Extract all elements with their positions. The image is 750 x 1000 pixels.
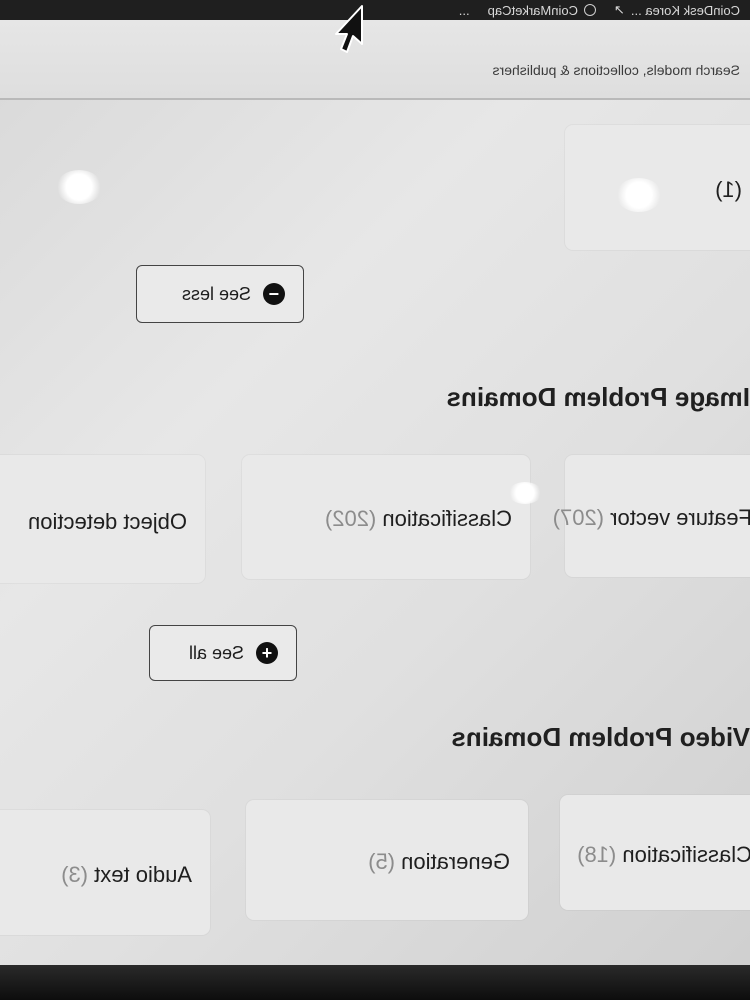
light-glare bbox=[616, 178, 662, 212]
domain-card-generation[interactable]: Generation (5) bbox=[246, 800, 528, 920]
domain-card-classification[interactable]: Classification (202) bbox=[242, 455, 530, 579]
see-all-button[interactable]: + See all bbox=[149, 625, 297, 681]
domain-label: Classification (202) bbox=[325, 506, 512, 532]
domain-name: Feature vector bbox=[610, 505, 750, 531]
domain-count: (5) bbox=[368, 849, 396, 875]
search-bar[interactable]: Search models, collections & publishers bbox=[0, 20, 750, 100]
see-all-label: See all bbox=[188, 642, 244, 663]
plus-circle-icon: + bbox=[256, 642, 278, 664]
tab-label: CoinMarketCap bbox=[487, 2, 578, 18]
see-less-button[interactable]: − See less bbox=[136, 265, 304, 323]
minus-circle-icon: − bbox=[263, 283, 285, 305]
domain-card-feature-vector[interactable]: Feature vector (207) bbox=[553, 455, 750, 577]
tab-label: ... bbox=[458, 2, 470, 18]
domain-count: (207) bbox=[552, 505, 605, 531]
browser-tab-bar: CoinDesk Korea ... ↗ CoinMarketCap ... bbox=[0, 0, 750, 20]
domain-card-object-detection[interactable]: Object detection bbox=[0, 455, 205, 583]
tab-coinmarketcap[interactable]: CoinMarketCap bbox=[488, 3, 596, 18]
mouse-cursor-icon bbox=[335, 5, 363, 53]
domain-count: (3) bbox=[61, 862, 89, 887]
domain-count: (1) bbox=[715, 177, 742, 202]
domain-label: Object detection bbox=[28, 509, 187, 535]
video-section-title: Video Problem Domains bbox=[451, 722, 750, 752]
tab-truncated[interactable]: ... bbox=[459, 3, 470, 18]
laptop-bezel bbox=[0, 965, 750, 1000]
domain-card-audio-text[interactable]: Audio text (3) bbox=[0, 810, 210, 935]
tab-strip: CoinDesk Korea ... ↗ CoinMarketCap ... bbox=[459, 0, 750, 20]
tab-coindesk[interactable]: CoinDesk Korea ... ↗ bbox=[614, 2, 740, 18]
see-less-label: See less bbox=[181, 283, 251, 304]
light-glare bbox=[508, 482, 542, 504]
domain-name: Classification bbox=[382, 506, 512, 532]
domain-count: (18) bbox=[577, 841, 617, 867]
mirrored-screen: CoinDesk Korea ... ↗ CoinMarketCap ... S… bbox=[0, 0, 750, 1000]
domain-label: Audio text (3) bbox=[61, 862, 192, 888]
domain-name: Object detection bbox=[28, 508, 187, 534]
image-section-title: Image Problem Domains bbox=[446, 382, 750, 412]
domain-label: Classification (18) bbox=[577, 842, 750, 868]
domain-label: Feature vector (207) bbox=[553, 505, 750, 531]
domain-name: Classification bbox=[622, 841, 750, 867]
domain-card-video-classification[interactable]: Classification (18) bbox=[560, 795, 750, 910]
screen-photo: CoinDesk Korea ... ↗ CoinMarketCap ... S… bbox=[0, 0, 750, 1000]
tab-label: CoinDesk Korea ... bbox=[630, 2, 740, 18]
circle-icon bbox=[583, 4, 596, 16]
light-glare bbox=[56, 170, 102, 204]
domain-name: Generation bbox=[401, 849, 510, 875]
domain-name: Audio text bbox=[94, 862, 192, 887]
external-link-icon: ↗ bbox=[613, 2, 625, 17]
domain-label: Generation (5) bbox=[368, 849, 510, 875]
search-input[interactable]: Search models, collections & publishers bbox=[493, 62, 740, 78]
domain-count: (202) bbox=[324, 506, 377, 532]
